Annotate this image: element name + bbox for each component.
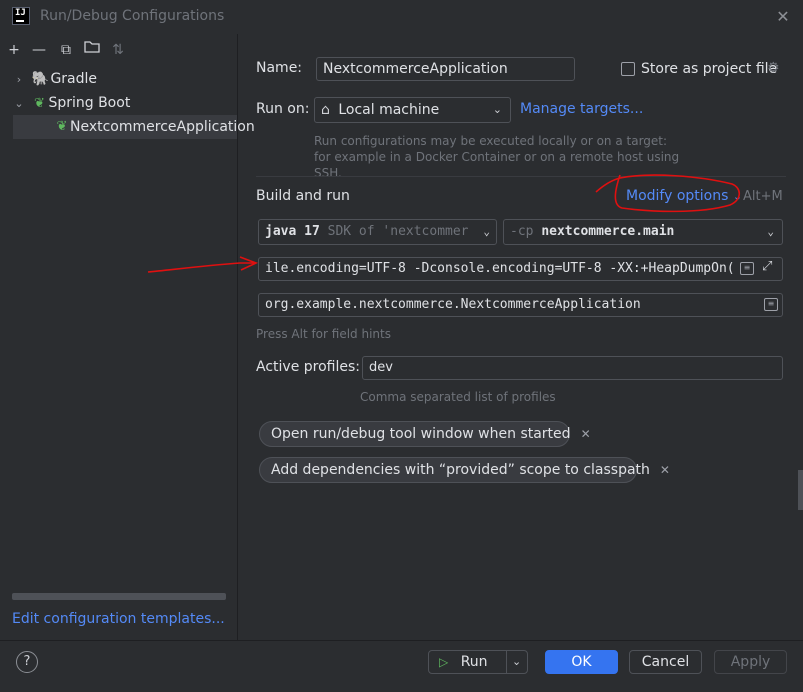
apply-button[interactable]: Apply xyxy=(714,650,787,674)
cancel-button[interactable]: Cancel xyxy=(629,650,702,674)
annotation-arrow-vm-options xyxy=(147,256,259,273)
help-button[interactable]: ? xyxy=(16,651,38,673)
red-annotations xyxy=(147,174,741,273)
play-icon: ▷ xyxy=(439,655,449,669)
run-button[interactable]: ▷ Run ⌄ xyxy=(428,650,528,674)
chevron-down-icon[interactable]: ⌄ xyxy=(512,651,521,673)
annotation-circle-modify-options xyxy=(595,174,741,213)
run-label: Run xyxy=(460,654,488,670)
ok-button[interactable]: OK xyxy=(545,650,618,674)
